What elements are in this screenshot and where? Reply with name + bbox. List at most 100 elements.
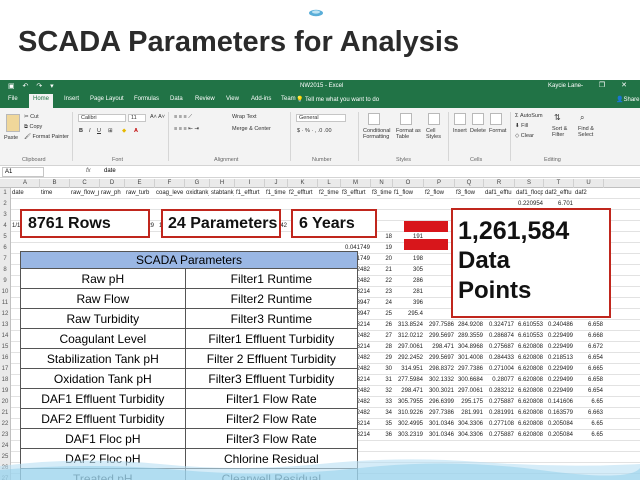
merge-center-button[interactable]: Merge & Center: [232, 126, 271, 132]
grid-cell[interactable]: f3_time: [372, 188, 392, 199]
grid-cell[interactable]: 0.284433: [485, 353, 514, 364]
column-header[interactable]: B: [40, 179, 70, 188]
row-header[interactable]: 1: [0, 188, 11, 199]
column-header[interactable]: P: [424, 179, 455, 188]
row-header[interactable]: 24: [0, 441, 11, 452]
grid-cell[interactable]: 6.620808: [516, 386, 543, 397]
row-header[interactable]: 22: [0, 419, 11, 430]
user-name[interactable]: Kaycie Lane: [548, 83, 581, 89]
name-box[interactable]: A1: [2, 167, 44, 177]
grid-cell[interactable]: 0.218513: [545, 353, 573, 364]
grid-cell[interactable]: 298.8372: [425, 364, 454, 375]
grid-cell[interactable]: f1_time: [266, 188, 287, 199]
grid-cell[interactable]: 0.205084: [545, 419, 573, 430]
grid-cell[interactable]: 0.205084: [545, 430, 573, 441]
grid-cell[interactable]: 6.65: [575, 419, 603, 430]
insert-cells-button[interactable]: Insert: [453, 128, 467, 134]
row-header[interactable]: 3: [0, 210, 11, 221]
wrap-text-button[interactable]: Wrap Text: [232, 114, 257, 120]
grid-cell[interactable]: 32: [372, 386, 392, 397]
grid-cell[interactable]: 22: [372, 276, 392, 287]
row-header[interactable]: 12: [0, 309, 11, 320]
grid-cell[interactable]: 302.1332: [425, 375, 454, 386]
grid-cell[interactable]: 33: [372, 397, 392, 408]
find-select-button[interactable]: Find & Select: [578, 126, 602, 138]
tab-add-ins[interactable]: Add-ins: [251, 96, 271, 102]
grid-cell[interactable]: 286: [394, 276, 423, 287]
grid-cell[interactable]: 299.5697: [425, 331, 454, 342]
grid-cell[interactable]: 27: [372, 331, 392, 342]
italic-button[interactable]: I: [89, 128, 91, 134]
row-header[interactable]: 9: [0, 276, 11, 287]
column-header[interactable]: K: [288, 179, 318, 188]
column-header[interactable]: O: [393, 179, 424, 188]
clear-button[interactable]: ◇ Clear: [515, 133, 534, 139]
grid-cell[interactable]: 0.275687: [485, 342, 514, 353]
column-header[interactable]: G: [185, 179, 210, 188]
column-header[interactable]: H: [210, 179, 235, 188]
grid-cell[interactable]: 30: [372, 364, 392, 375]
grid-cell[interactable]: daf1_efftu: [485, 188, 514, 199]
autosum-button[interactable]: Σ AutoSum: [515, 113, 543, 119]
tab-home[interactable]: Home: [29, 94, 54, 108]
grid-cell[interactable]: 297.0061: [456, 386, 483, 397]
row-header[interactable]: 18: [0, 375, 11, 386]
copy-button[interactable]: ⧉ Copy: [24, 124, 42, 131]
grid-cell[interactable]: 19: [372, 243, 392, 254]
column-header[interactable]: A: [11, 179, 40, 188]
tab-view[interactable]: View: [226, 96, 239, 102]
grid-cell[interactable]: 35: [372, 419, 392, 430]
grid-cell[interactable]: 0.141606: [545, 397, 573, 408]
grid-cell[interactable]: oxidtank_: [186, 188, 209, 199]
grid-cell[interactable]: 0.229499: [545, 342, 573, 353]
fx-icon[interactable]: fx: [86, 168, 91, 174]
grid-cell[interactable]: 299.5697: [425, 353, 454, 364]
grid-cell[interactable]: 0.229499: [545, 386, 573, 397]
grid-cell[interactable]: 277.5984: [394, 375, 423, 386]
column-header[interactable]: I: [235, 179, 265, 188]
grid-cell[interactable]: 0.271004: [485, 364, 514, 375]
grid-cell[interactable]: 310.9226: [394, 408, 423, 419]
grid-cell[interactable]: 6.620808: [516, 353, 543, 364]
format-cells-button[interactable]: Format: [489, 128, 506, 134]
grid-cell[interactable]: 26: [372, 320, 392, 331]
column-header[interactable]: R: [484, 179, 515, 188]
grid-cell[interactable]: daf2: [575, 188, 603, 199]
grid-cell[interactable]: 0.240486: [545, 320, 573, 331]
grid-cell[interactable]: 302.4995: [394, 419, 423, 430]
window-controls[interactable]: – ❐ ✕: [579, 81, 634, 89]
sort-filter-button[interactable]: Sort & Filter: [552, 126, 576, 138]
column-header[interactable]: N: [371, 179, 393, 188]
grid-cell[interactable]: 36: [372, 430, 392, 441]
grid-cell[interactable]: 297.0061: [394, 342, 423, 353]
bold-button[interactable]: B: [79, 128, 83, 134]
quick-access-toolbar[interactable]: ▣ ↶ ↷ ▾: [8, 82, 57, 90]
grid-cell[interactable]: 6.620808: [516, 364, 543, 375]
grid-cell[interactable]: 396: [394, 298, 423, 309]
grid-cell[interactable]: 0.286874: [485, 331, 514, 342]
grid-cell[interactable]: f2_time: [319, 188, 340, 199]
row-header[interactable]: 20: [0, 397, 11, 408]
column-header[interactable]: T: [544, 179, 574, 188]
grid-cell[interactable]: raw_turb: [126, 188, 154, 199]
font-color-button[interactable]: A: [134, 128, 138, 134]
grid-cell[interactable]: f1_effturt: [236, 188, 264, 199]
grid-cell[interactable]: 0.277108: [485, 419, 514, 430]
row-header[interactable]: 14: [0, 331, 11, 342]
grid-cell[interactable]: 6.610553: [516, 331, 543, 342]
grid-cell[interactable]: 23: [372, 287, 392, 298]
grid-cell[interactable]: 305.7955: [394, 397, 423, 408]
grid-cell[interactable]: f3_effturt: [342, 188, 370, 199]
conditional-formatting-button[interactable]: Conditional Formatting: [363, 128, 395, 140]
grid-cell[interactable]: f1_flow: [394, 188, 423, 199]
font-size-select[interactable]: 11: [128, 114, 146, 122]
share-button[interactable]: 👤Share: [616, 96, 640, 103]
grid-cell[interactable]: raw_flow_ph: [71, 188, 99, 199]
row-header[interactable]: 8: [0, 265, 11, 276]
tab-insert[interactable]: Insert: [64, 96, 79, 102]
grid-cell[interactable]: 0.283212: [485, 386, 514, 397]
column-header[interactable]: J: [265, 179, 288, 188]
paste-icon[interactable]: [6, 114, 20, 132]
formula-input[interactable]: date: [104, 168, 116, 174]
grid-cell[interactable]: date: [12, 188, 39, 199]
